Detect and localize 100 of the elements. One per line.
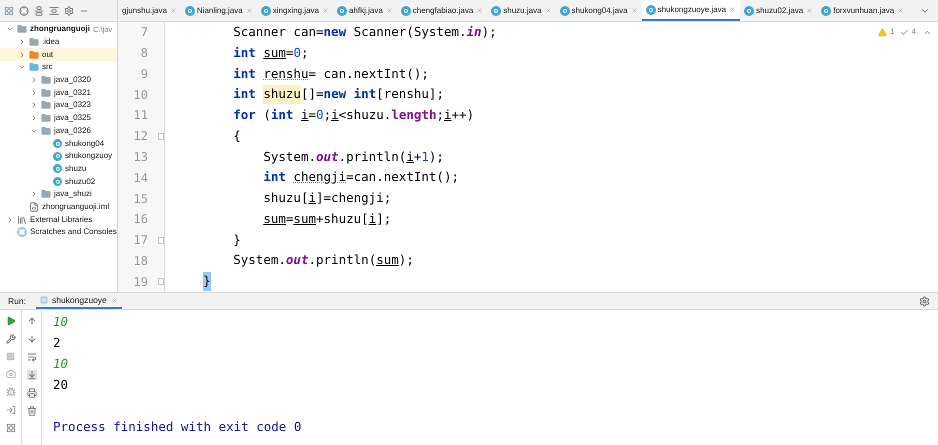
close-icon[interactable] — [729, 6, 736, 13]
camera-icon[interactable] — [6, 369, 16, 379]
tree-label: External Libraries — [30, 214, 92, 226]
check-icon[interactable] — [900, 28, 909, 36]
print-icon[interactable] — [26, 388, 36, 398]
fold-marker-icon[interactable] — [158, 236, 164, 244]
line-number: 8 — [140, 45, 148, 62]
console-line: 10 — [53, 355, 70, 374]
console-line: Process finished with exit code 0 — [53, 418, 302, 436]
folder-icon — [41, 100, 51, 110]
console-line: 2 — [53, 334, 62, 352]
scroll-to-end-icon[interactable] — [26, 370, 36, 380]
code-line: int sum=0; — [232, 44, 308, 62]
tree-label: java_shuzi — [54, 188, 92, 200]
console-icon — [40, 296, 48, 304]
tree-item[interactable]: shuzu — [0, 162, 117, 176]
up-arrow-icon[interactable] — [26, 316, 36, 326]
editor-tab[interactable]: shuzu02.java — [740, 0, 818, 21]
layout-icon[interactable] — [6, 423, 16, 433]
warning-count: 1 — [890, 26, 895, 38]
tree-label: src — [42, 61, 53, 74]
trash-icon[interactable] — [26, 406, 36, 416]
tree-item[interactable]: shuzu02 — [0, 175, 117, 188]
file-icon — [29, 202, 39, 212]
console-line: 20 — [53, 376, 70, 394]
code-line: } — [173, 271, 211, 292]
tree-item[interactable]: Scratches and Consoles — [0, 226, 117, 239]
settings-icon[interactable] — [919, 296, 930, 306]
folder-icon — [41, 189, 51, 200]
tree-item[interactable]: shukongzuoy — [0, 150, 117, 163]
line-number: 18 — [132, 252, 148, 270]
soft-wrap-icon[interactable] — [26, 352, 36, 362]
tree-item[interactable]: shukong04 — [0, 137, 117, 150]
run-icon[interactable] — [6, 316, 16, 326]
fold-marker-icon[interactable] — [158, 132, 164, 140]
tree-item[interactable]: java_0323 — [0, 99, 117, 112]
code-line: int renshu= can.nextInt(); — [232, 64, 429, 83]
code-line: System.out.println(i+1); — [262, 148, 444, 166]
down-arrow-icon[interactable] — [26, 334, 36, 344]
line-number: 19 — [132, 274, 148, 291]
tree-item[interactable]: src — [0, 61, 117, 74]
editor-tab[interactable]: gjunshu.java — [118, 0, 181, 21]
editor-tab[interactable]: xingxing.java — [256, 0, 333, 21]
login-icon[interactable] — [6, 405, 16, 415]
run-tab[interactable]: shukongzuoye — [36, 293, 122, 309]
editor-tab[interactable]: Nianling.java — [180, 0, 257, 21]
wrench-icon[interactable] — [6, 334, 16, 344]
folder-icon — [17, 24, 27, 34]
code-line: Scanner can=new Scanner(System.in); — [232, 23, 497, 41]
editor-tab[interactable]: chengfabiao.java — [396, 0, 488, 21]
line-number: 14 — [132, 170, 148, 187]
code-line: int chengji=can.nextInt(); — [262, 168, 459, 186]
editor-tab[interactable]: shukongzuoye.java — [642, 0, 740, 21]
bug-icon[interactable] — [6, 387, 16, 397]
code-line: { — [232, 126, 241, 145]
tree-item[interactable]: out — [0, 48, 117, 62]
line-number: 9 — [140, 66, 148, 83]
line-number: 17 — [132, 232, 148, 250]
tree-label: shuzu — [65, 162, 86, 175]
folder-icon — [41, 88, 51, 98]
collapse-all-icon[interactable] — [49, 6, 59, 16]
tree-label: java_0321 — [54, 86, 91, 99]
editor-tab[interactable]: shuzu.java — [487, 0, 556, 21]
line-number: 15 — [132, 190, 148, 208]
code-line: } — [232, 230, 241, 249]
tree-label: java_0325 — [54, 112, 91, 124]
fold-marker-icon[interactable] — [158, 278, 164, 286]
tree-label: java_0326 — [54, 124, 91, 137]
tree-item[interactable]: .idea — [0, 36, 117, 48]
tree-label: .idea — [42, 36, 60, 48]
tree-label: zhongruanguoji — [30, 23, 90, 36]
tree-item[interactable]: java_0321 — [0, 86, 117, 100]
expand-all-icon[interactable] — [34, 6, 44, 16]
editor-tab[interactable]: ahfkj.java — [332, 0, 397, 21]
folder-icon — [29, 37, 39, 48]
tree-label: shuzu02 — [65, 176, 96, 188]
folder-icon — [41, 113, 51, 124]
tree-item[interactable]: java_0320 — [0, 74, 117, 86]
library-icon — [17, 214, 27, 225]
code-line: int shuzu[]=new int[renshu]; — [173, 84, 444, 106]
line-number: 7 — [140, 24, 148, 42]
tree-item[interactable]: External Libraries — [0, 213, 117, 226]
run-label: Run: — [8, 294, 26, 308]
folder-icon — [29, 62, 39, 72]
line-number: 11 — [132, 107, 148, 124]
line-number: 16 — [132, 211, 148, 228]
editor-tab[interactable]: forxvunhuan.java — [817, 0, 908, 21]
console-line: 10 — [53, 313, 70, 332]
tree-item[interactable]: zhongruanguoji.iml — [0, 200, 117, 214]
settings-icon[interactable] — [64, 6, 74, 16]
tree-item[interactable]: java_0325 — [0, 112, 117, 124]
tree-label: out — [42, 48, 54, 61]
scratches-icon — [17, 227, 27, 238]
folder-icon — [29, 50, 39, 60]
locate-icon[interactable] — [19, 6, 29, 16]
view-mode-icon[interactable] — [4, 6, 14, 16]
editor-tab[interactable]: shukong04.java — [556, 0, 642, 21]
code-line: sum=sum+shuzu[i]; — [262, 210, 392, 228]
tree-item[interactable]: java_shuzi — [0, 188, 117, 201]
tree-item[interactable]: java_0326 — [0, 124, 117, 138]
